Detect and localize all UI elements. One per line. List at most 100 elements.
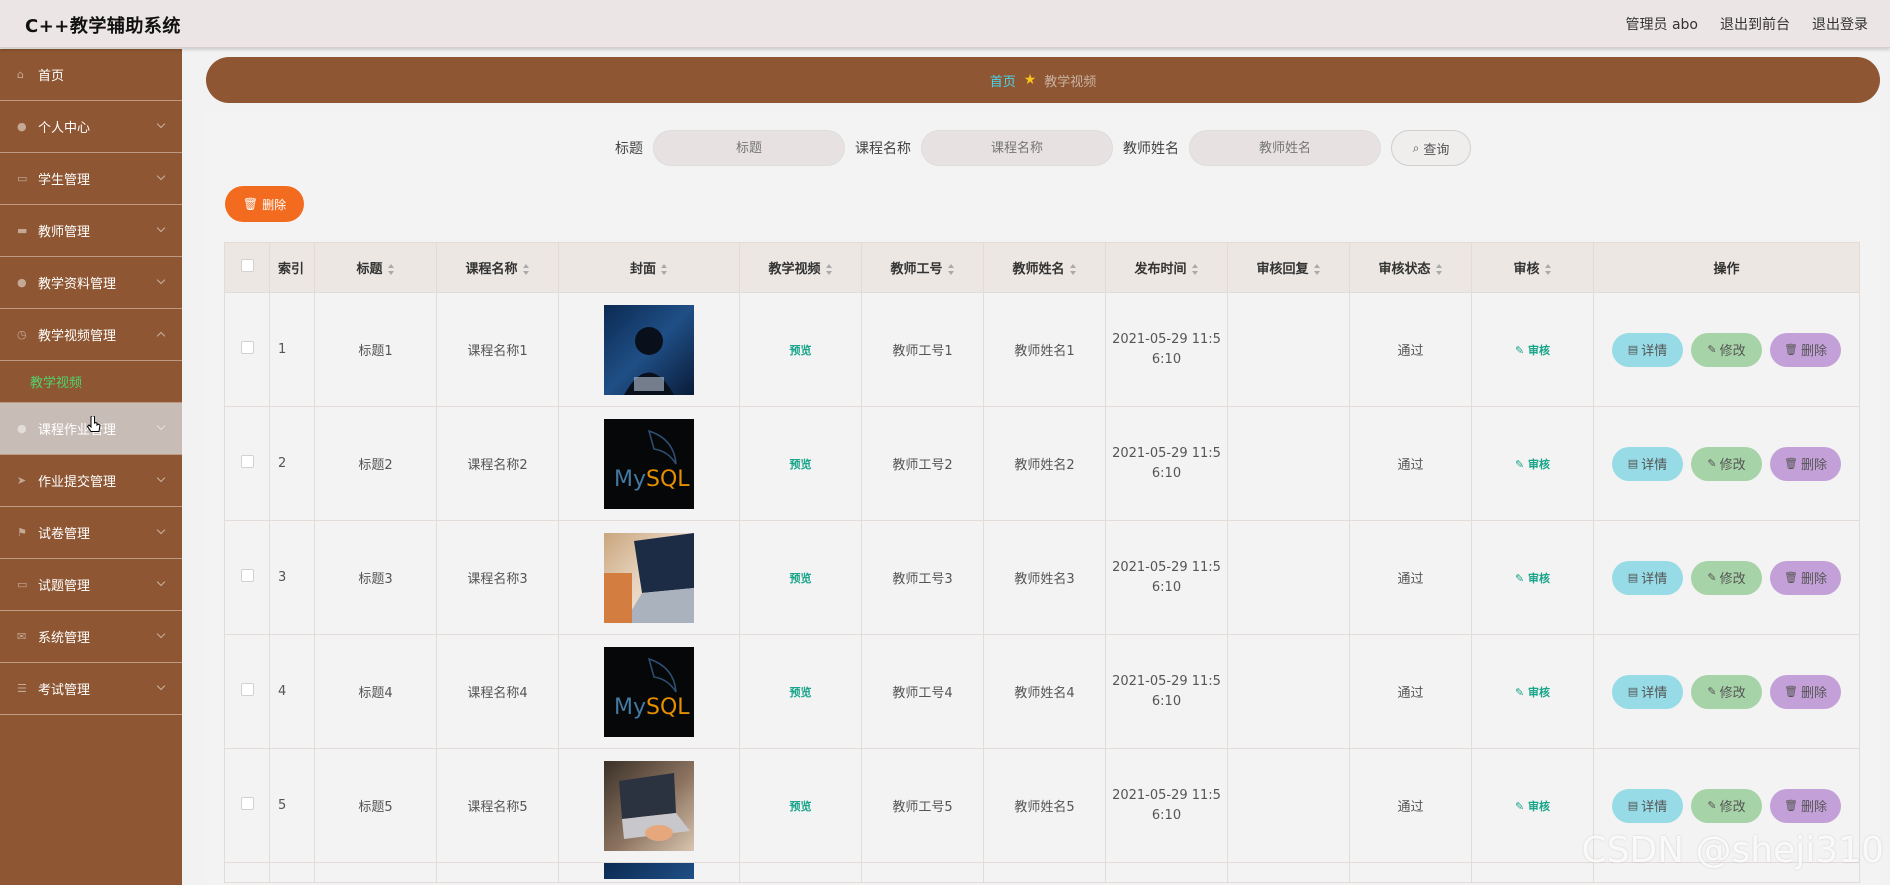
delete-label: 删除 — [1800, 572, 1827, 587]
sidebar-item[interactable]: ▭ 学生管理 — [0, 153, 182, 205]
column-header[interactable]: 审核状态 — [1349, 242, 1472, 293]
sort-icon[interactable] — [387, 263, 395, 276]
column-header[interactable]: 标题 — [314, 242, 437, 293]
detail-button[interactable]: ▤ 详情 — [1612, 446, 1683, 481]
select-all-checkbox[interactable] — [240, 259, 254, 272]
column-header[interactable]: 审核 — [1471, 242, 1594, 293]
batch-delete-button[interactable]: 🗑 删除 — [225, 186, 304, 222]
delete-button[interactable]: 🗑 删除 — [1770, 332, 1841, 367]
preview-link[interactable]: 预览 — [790, 344, 812, 357]
actions-cell: ▤ 详情 ✎ 修改 🗑 删除 — [1593, 292, 1860, 407]
time-cell: 2021-05-29 11:5 6:10 — [1105, 748, 1228, 863]
document-icon: ▤ — [1627, 457, 1639, 470]
teacher-input[interactable] — [1189, 130, 1381, 166]
sidebar-item[interactable]: ➤ 作业提交管理 — [0, 455, 182, 507]
teacher-name-value: 教师姓名3 — [1014, 572, 1075, 587]
sidebar-item[interactable]: ● 教学资料管理 — [0, 257, 182, 309]
course-input[interactable] — [921, 130, 1113, 166]
sort-icon[interactable] — [1435, 263, 1443, 276]
course-cell: 课程名称4 — [436, 634, 559, 749]
column-header[interactable]: 发布时间 — [1105, 242, 1228, 293]
to-front-link[interactable]: 退出到前台 — [1720, 14, 1790, 34]
screen-icon: ▭ — [17, 578, 28, 591]
column-header[interactable]: 审核回复 — [1227, 242, 1350, 293]
detail-button[interactable]: ▤ 详情 — [1612, 560, 1683, 595]
chevron-down-icon — [156, 119, 166, 129]
teacher-no-cell: 教师工号2 — [861, 406, 984, 521]
logout-link[interactable]: 退出登录 — [1812, 14, 1868, 34]
sidebar-item[interactable]: ▭ 试题管理 — [0, 559, 182, 611]
chevron-down-icon — [156, 275, 166, 285]
audit-link[interactable]: ✎ 审核 — [1515, 572, 1550, 585]
sort-icon[interactable] — [661, 263, 668, 276]
chevron-down-icon — [156, 473, 166, 483]
breadcrumb-home[interactable]: 首页 — [990, 71, 1016, 90]
delete-button[interactable]: 🗑 删除 — [1770, 674, 1841, 709]
preview-link[interactable]: 预览 — [790, 458, 812, 471]
sort-icon[interactable] — [947, 263, 955, 276]
teacher-no-value: 教师工号5 — [892, 800, 953, 815]
sidebar-item[interactable]: ◷ 教学视频管理 — [0, 309, 182, 361]
edit-button[interactable]: ✎ 修改 — [1691, 332, 1762, 367]
audit-link[interactable]: ✎ 审核 — [1515, 800, 1550, 813]
sidebar-item[interactable]: ● 个人中心 — [0, 101, 182, 153]
delete-button[interactable]: 🗑 删除 — [1770, 788, 1841, 823]
audit-link[interactable]: ✎ 审核 — [1515, 686, 1550, 699]
sort-icon[interactable] — [522, 263, 530, 276]
chevron-down-icon — [156, 577, 166, 587]
edit-button[interactable]: ✎ 修改 — [1691, 560, 1762, 595]
row-checkbox[interactable] — [240, 797, 254, 810]
column-header-label: 教师工号 — [890, 262, 943, 277]
sort-icon[interactable] — [825, 263, 833, 276]
sort-icon[interactable] — [1313, 263, 1321, 276]
sidebar-item-label: 学生管理 — [38, 173, 91, 188]
column-header[interactable]: 教师姓名 — [983, 242, 1106, 293]
preview-link[interactable]: 预览 — [790, 686, 812, 699]
audit-link[interactable]: ✎ 审核 — [1515, 458, 1550, 471]
row-checkbox[interactable] — [240, 569, 254, 582]
column-header[interactable]: 教学视频 — [739, 242, 862, 293]
time-value-line1: 2021-05-29 11:5 — [1112, 673, 1221, 689]
row-checkbox[interactable] — [240, 683, 254, 696]
delete-label: 删除 — [1800, 686, 1827, 701]
status-value: 通过 — [1397, 800, 1424, 815]
column-header[interactable]: 封面 — [558, 242, 740, 293]
column-header[interactable]: 教师工号 — [861, 242, 984, 293]
delete-label: 删除 — [1800, 344, 1827, 359]
query-button[interactable]: ⌕ 查询 — [1391, 130, 1471, 166]
sidebar-item-label: 教学视频管理 — [38, 329, 117, 344]
title-input[interactable] — [653, 130, 845, 166]
breadcrumb-current: 教学视频 — [1044, 74, 1097, 90]
sort-icon[interactable] — [1069, 263, 1077, 276]
sidebar-item[interactable]: ☰ 考试管理 — [0, 663, 182, 715]
edit-button[interactable]: ✎ 修改 — [1691, 674, 1762, 709]
detail-button[interactable]: ▤ 详情 — [1612, 674, 1683, 709]
column-header-label: 封面 — [629, 262, 656, 277]
delete-button[interactable]: 🗑 删除 — [1770, 560, 1841, 595]
delete-label: 删除 — [1800, 458, 1827, 473]
course-label: 课程名称 — [855, 141, 911, 157]
detail-button[interactable]: ▤ 详情 — [1612, 788, 1683, 823]
preview-link[interactable]: 预览 — [790, 800, 812, 813]
audit-link[interactable]: ✎ 审核 — [1515, 344, 1550, 357]
edit-button[interactable]: ✎ 修改 — [1691, 788, 1762, 823]
edit-button[interactable]: ✎ 修改 — [1691, 446, 1762, 481]
sidebar-item[interactable]: ⌂ 首页 — [0, 49, 182, 101]
status-cell: 通过 — [1349, 634, 1472, 749]
video-cell: 预览 — [739, 406, 862, 521]
sidebar-item[interactable]: ⚑ 试卷管理 — [0, 507, 182, 559]
row-checkbox[interactable] — [240, 341, 254, 354]
sort-icon[interactable] — [1191, 263, 1199, 276]
row-checkbox[interactable] — [240, 455, 254, 468]
pencil-icon: ✎ — [1707, 457, 1717, 470]
index-value: 4 — [278, 684, 287, 699]
preview-link[interactable]: 预览 — [790, 572, 812, 585]
sidebar-item[interactable]: ✉ 系统管理 — [0, 611, 182, 663]
detail-button[interactable]: ▤ 详情 — [1612, 332, 1683, 367]
column-header[interactable]: 课程名称 — [436, 242, 559, 293]
sidebar-item[interactable]: ▬ 教师管理 — [0, 205, 182, 257]
delete-button[interactable]: 🗑 删除 — [1770, 446, 1841, 481]
table-row: 2 标题2 课程名称2 MySQL 预览 教师工号2 教师姓名2 2021-05-29 11:… — [224, 406, 1860, 521]
submenu-item-video[interactable]: 教学视频 — [0, 361, 182, 403]
sort-icon[interactable] — [1544, 263, 1552, 276]
